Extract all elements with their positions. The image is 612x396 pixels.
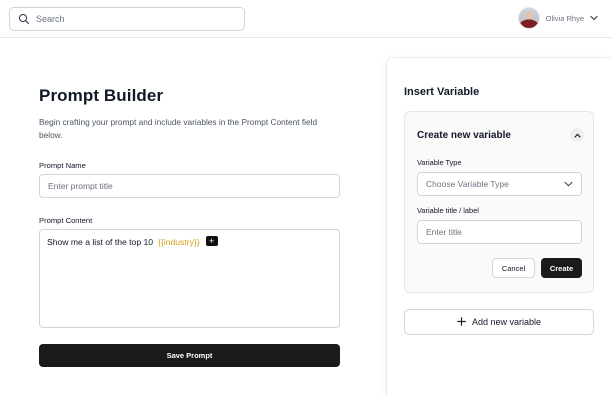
save-prompt-button[interactable]: Save Prompt (39, 344, 340, 367)
cancel-button[interactable]: Cancel (492, 258, 535, 278)
chevron-down-icon (564, 181, 573, 187)
search-input[interactable] (36, 14, 236, 24)
create-button[interactable]: Create (541, 258, 582, 278)
chevron-up-icon[interactable] (570, 128, 584, 142)
variable-title-label: Variable title / label (417, 206, 479, 215)
plus-icon (457, 317, 466, 327)
avatar[interactable] (517, 7, 540, 29)
prompt-name-label: Prompt Name (39, 161, 86, 170)
variable-title-input[interactable] (417, 220, 582, 244)
panel-title: Insert Variable (404, 86, 480, 98)
variable-type-placeholder: Choose Variable Type (426, 179, 509, 189)
prompt-builder-section: Prompt Builder Begin crafting your promp… (39, 86, 340, 367)
prompt-content-text: Show me a list of the top 10 (47, 237, 154, 247)
page-title: Prompt Builder (39, 86, 164, 105)
search-box[interactable] (9, 7, 245, 31)
prompt-content-label: Prompt Content (39, 216, 93, 225)
variable-token[interactable]: {{industry}} (158, 237, 200, 247)
insert-variable-chip[interactable]: + (205, 236, 218, 246)
prompt-name-input[interactable] (39, 174, 340, 198)
add-new-variable-button[interactable]: Add new variable (404, 309, 594, 335)
top-bar: Olivia Rhye (0, 0, 612, 38)
user-menu[interactable]: Olivia Rhye (517, 6, 598, 30)
prompt-content-editor[interactable]: Show me a list of the top 10 {{industry}… (39, 229, 340, 328)
variable-type-select[interactable]: Choose Variable Type (417, 172, 582, 196)
insert-variable-panel: Insert Variable Create new variable Vari… (386, 57, 612, 396)
chevron-down-icon[interactable] (590, 15, 598, 21)
page-description: Begin crafting your prompt and include v… (39, 117, 318, 140)
card-title: Create new variable (417, 130, 511, 141)
create-variable-card: Create new variable Variable Type Choose… (404, 111, 594, 293)
search-icon (18, 13, 30, 25)
add-new-variable-label: Add new variable (471, 317, 542, 327)
prompt-content-line: Show me a list of the top 10 {{industry}… (47, 236, 332, 247)
user-name: Olivia Rhye (545, 13, 584, 23)
variable-type-label: Variable Type (417, 158, 462, 167)
